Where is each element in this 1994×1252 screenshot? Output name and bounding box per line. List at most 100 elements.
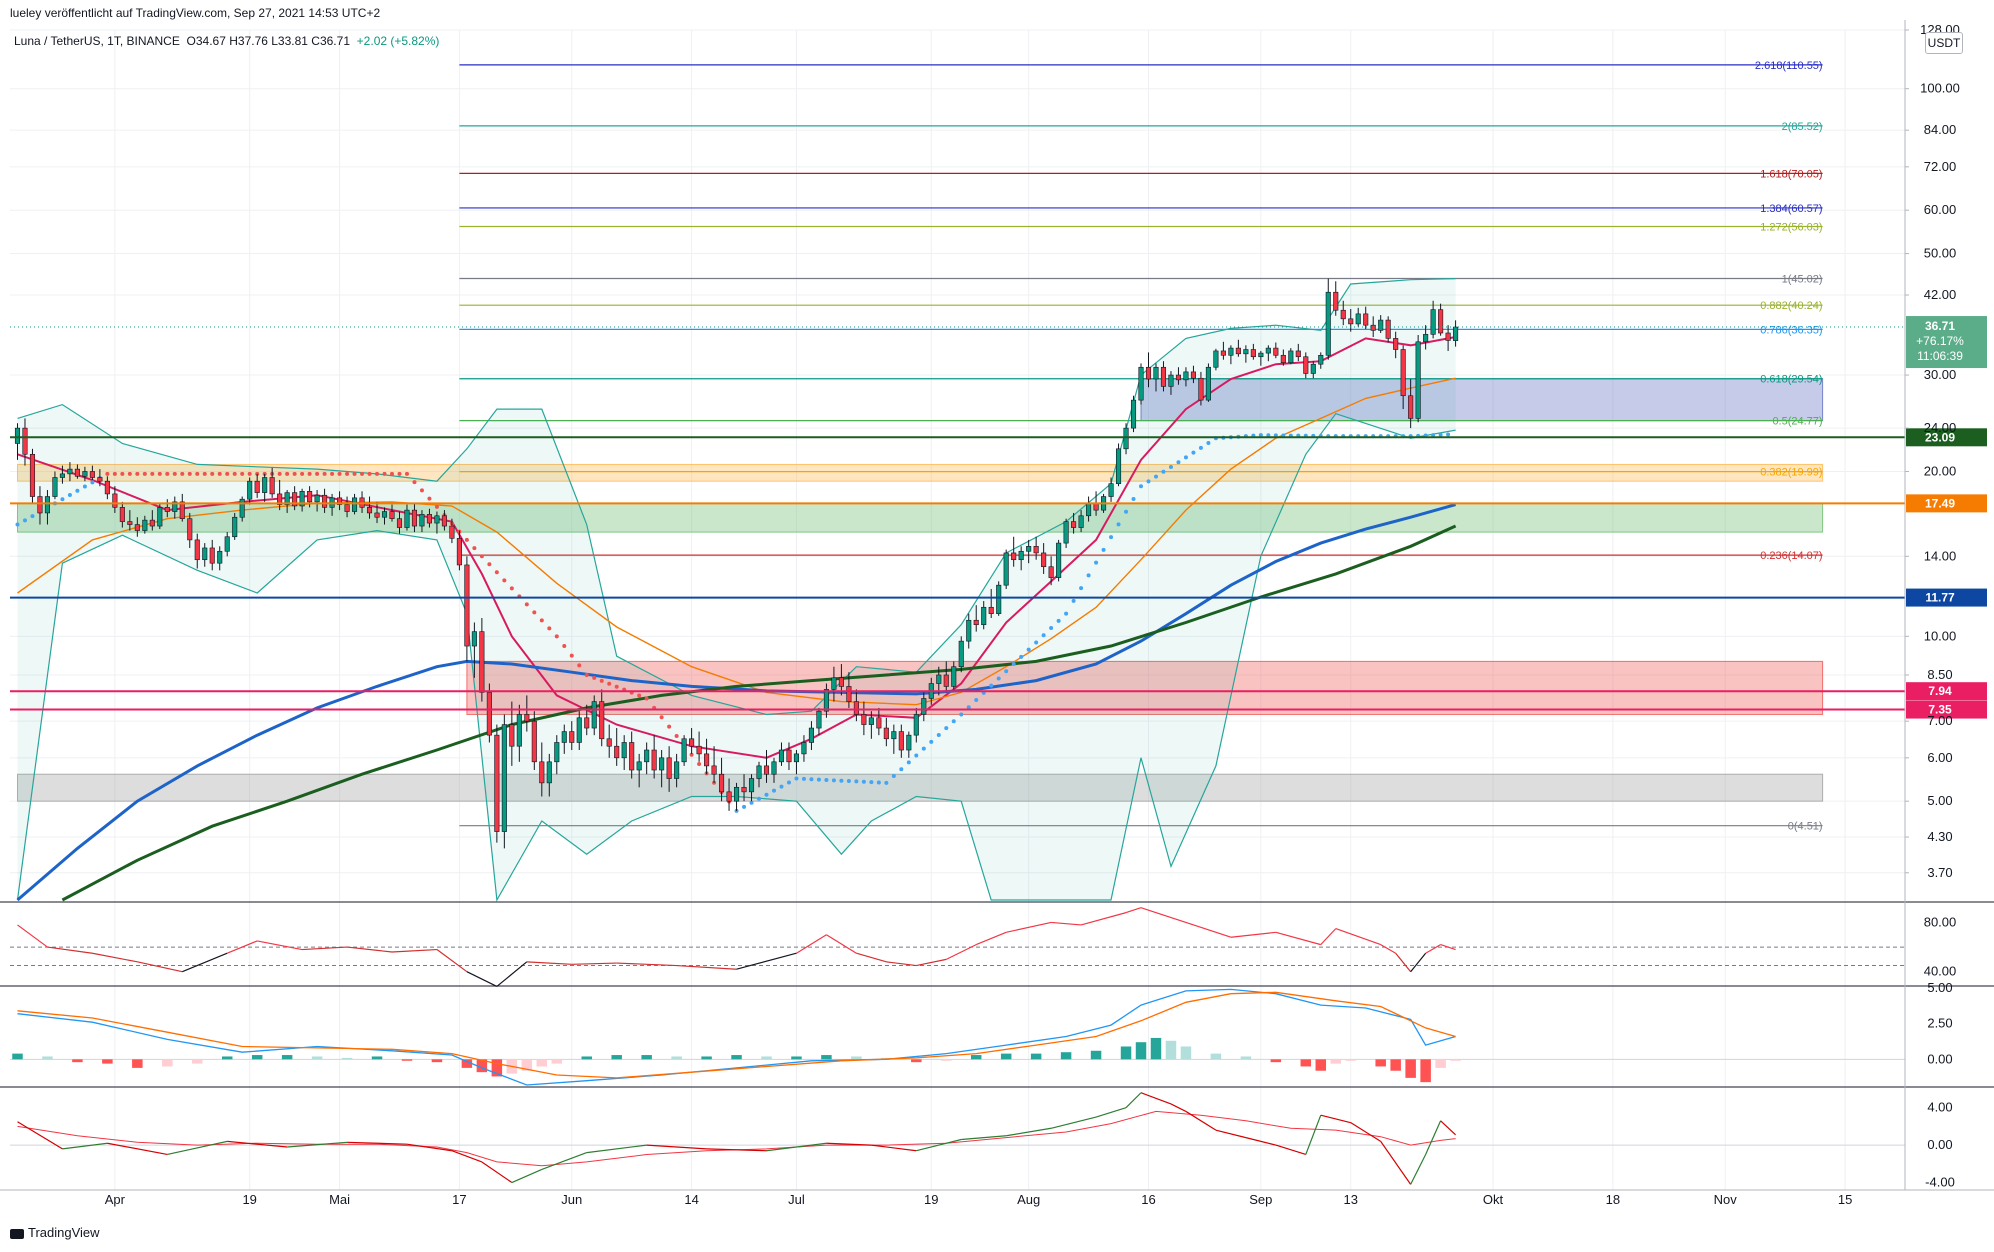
candle xyxy=(404,509,410,528)
sar-dot xyxy=(839,778,844,783)
sar-dot xyxy=(285,471,290,476)
candle xyxy=(1243,349,1249,355)
candle xyxy=(906,734,912,751)
candle xyxy=(516,714,522,747)
candle xyxy=(644,749,650,763)
candle xyxy=(1340,309,1346,320)
sar-dot xyxy=(1168,465,1173,470)
macd-histogram-bar xyxy=(1270,1059,1282,1063)
candle xyxy=(217,550,223,564)
macd-histogram-bar xyxy=(1315,1059,1327,1071)
candle xyxy=(1086,502,1092,517)
rsi-segment xyxy=(137,961,183,973)
macd-histogram-bar xyxy=(1345,1059,1356,1061)
sar-dot xyxy=(786,780,791,785)
sar-dot xyxy=(876,780,881,785)
candle xyxy=(1026,546,1032,552)
price-tick-label: 24.00 xyxy=(1924,420,1957,435)
candle xyxy=(1078,515,1084,528)
sar-dot xyxy=(921,746,926,751)
candle xyxy=(1453,326,1459,341)
sar-dot xyxy=(82,484,87,489)
candle xyxy=(546,761,552,784)
candle xyxy=(441,515,447,527)
macd-histogram-bar xyxy=(431,1059,443,1063)
candle xyxy=(1295,350,1301,358)
gridlines xyxy=(10,29,1905,1190)
candle xyxy=(778,749,785,763)
candle xyxy=(1190,371,1196,379)
candle xyxy=(1303,356,1309,374)
macd-histogram-bar xyxy=(1000,1053,1012,1060)
sar-dot xyxy=(382,471,387,476)
sar-dot xyxy=(1116,522,1121,527)
candle xyxy=(366,507,373,514)
sar-dot xyxy=(996,676,1001,681)
sar-dot xyxy=(637,693,642,698)
sar-dot xyxy=(801,776,806,781)
sar-dot xyxy=(464,537,469,542)
sar-dot xyxy=(172,471,177,476)
macd-tick-label: 2.50 xyxy=(1927,1016,1952,1031)
tradingview-logo-icon xyxy=(10,1228,24,1239)
candle xyxy=(891,731,897,740)
candle xyxy=(1063,521,1069,544)
candle xyxy=(561,731,567,743)
momentum-segment xyxy=(871,1144,917,1152)
macd-signal-line xyxy=(17,991,1456,1079)
chart-canvas[interactable]: 2.618(110.55) 2(85.52) 1.618(70.05) 1.384(6… xyxy=(0,0,1994,1252)
macd-tick-label: 5.00 xyxy=(1927,980,1952,995)
macd-histogram-bar xyxy=(221,1056,233,1060)
price-tick-label: 14.00 xyxy=(1924,548,1957,563)
fib-label: 0.786(36.35) xyxy=(1760,324,1822,336)
rsi-segment xyxy=(1410,952,1427,973)
candle xyxy=(741,787,747,793)
candle xyxy=(711,765,717,775)
sar-dot xyxy=(929,739,934,744)
candle xyxy=(539,761,545,784)
time-axis[interactable]: Apr 19 Mai 17 Jun 14 Jul 19 Aug 16 Sep 13 Okt 18 Nov 15 xyxy=(0,1189,1994,1207)
candle xyxy=(247,480,253,500)
candle xyxy=(142,519,148,531)
candle xyxy=(419,514,425,527)
macd-histogram-bar xyxy=(1420,1059,1431,1083)
fib-label: 1.618(70.05) xyxy=(1760,168,1822,180)
sar-dot xyxy=(1086,573,1091,578)
candle xyxy=(1400,349,1406,397)
brand-label: TradingView xyxy=(28,1225,100,1240)
candle xyxy=(921,698,927,715)
candle xyxy=(838,677,844,687)
momentum-segment xyxy=(1215,1129,1247,1139)
time-tick-label: 19 xyxy=(242,1192,256,1207)
candle xyxy=(127,521,133,525)
momentum-segment xyxy=(1275,1144,1306,1156)
macd-histogram-bar xyxy=(1375,1059,1386,1067)
sar-dot xyxy=(1109,535,1114,540)
sar-dot xyxy=(75,488,80,493)
rsi-segment xyxy=(1395,952,1412,973)
candle xyxy=(801,742,807,755)
candle xyxy=(1250,349,1256,358)
candle xyxy=(1018,550,1024,561)
candle xyxy=(202,547,208,561)
candle xyxy=(1071,521,1077,528)
candle xyxy=(1363,313,1369,326)
candle xyxy=(659,757,665,771)
candle xyxy=(936,674,942,684)
candle xyxy=(322,494,328,508)
candle xyxy=(44,496,50,514)
momentum-segment xyxy=(1185,1110,1217,1131)
macd-histogram-bar xyxy=(821,1055,832,1060)
candle xyxy=(1048,566,1054,578)
price-tick-label: 4.30 xyxy=(1927,829,1952,844)
sar-dot xyxy=(180,471,185,476)
sar-dot xyxy=(1064,611,1069,616)
candle xyxy=(1430,309,1436,335)
last-price-text: 36.71 xyxy=(1925,319,1955,333)
rsi-tick-label: 80.00 xyxy=(1924,914,1957,929)
candle xyxy=(164,507,170,512)
momentum-segment xyxy=(167,1140,228,1156)
sar-dot xyxy=(1026,647,1031,652)
currency-button[interactable]: USDT xyxy=(1925,32,1963,54)
candle xyxy=(831,677,837,690)
